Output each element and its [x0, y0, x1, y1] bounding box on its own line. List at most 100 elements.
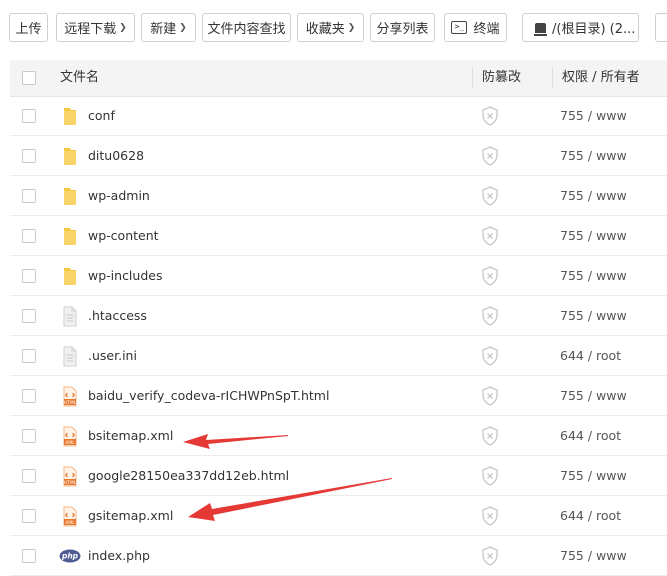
path-selector[interactable]: /(根目录) (2...: [522, 13, 639, 42]
file-icon: [62, 306, 78, 327]
file-name-link[interactable]: .user.ini: [88, 336, 137, 376]
svg-text:XML: XML: [65, 440, 75, 446]
tamper-protect-icon[interactable]: [481, 506, 499, 526]
perm-owner[interactable]: 755 / www: [560, 136, 627, 176]
tamper-protect-icon[interactable]: [481, 546, 499, 566]
file-name-link[interactable]: baidu_verify_codeva-rICHWPnSpT.html: [88, 376, 329, 416]
upload-label: 上传: [15, 22, 42, 37]
favorites-button[interactable]: 收藏夹 ❯: [297, 13, 364, 42]
file-name-link[interactable]: conf: [88, 96, 115, 136]
html-file-icon: HTML: [62, 466, 78, 487]
row-checkbox[interactable]: [22, 549, 36, 563]
perm-owner[interactable]: 755 / www: [560, 536, 627, 576]
row-checkbox[interactable]: [22, 189, 36, 203]
tamper-protect-icon[interactable]: [481, 306, 499, 326]
favorites-label: 收藏夹: [305, 22, 345, 37]
row-checkbox[interactable]: [22, 309, 36, 323]
folder-icon: [62, 266, 78, 287]
file-name-link[interactable]: wp-content: [88, 216, 159, 256]
row-checkbox[interactable]: [22, 349, 36, 363]
terminal-icon: >_: [451, 21, 468, 34]
file-name-link[interactable]: wp-includes: [88, 256, 162, 296]
chevron-down-icon: ❯: [119, 22, 127, 33]
header-tamper[interactable]: 防篡改: [482, 60, 521, 96]
row-checkbox[interactable]: [22, 389, 36, 403]
content-search-label: 文件内容查找: [207, 22, 286, 37]
tamper-protect-icon[interactable]: [481, 226, 499, 246]
table-row[interactable]: .htaccess 755 / www: [10, 296, 667, 336]
file-name-link[interactable]: wp-admin: [88, 176, 150, 216]
row-checkbox[interactable]: [22, 229, 36, 243]
row-checkbox[interactable]: [22, 509, 36, 523]
file-name-link[interactable]: gsitemap.xml: [88, 496, 173, 536]
tamper-protect-icon[interactable]: [481, 266, 499, 286]
table-row[interactable]: php index.php 755 / www: [10, 536, 667, 576]
perm-owner[interactable]: 755 / www: [560, 456, 627, 496]
column-divider: [472, 68, 473, 88]
file-icon: [62, 346, 78, 367]
file-name-link[interactable]: google28150ea337dd12eb.html: [88, 456, 289, 496]
file-name-link[interactable]: bsitemap.xml: [88, 416, 173, 456]
terminal-label: 终端: [473, 22, 500, 37]
svg-text:php: php: [61, 552, 79, 561]
file-name-link[interactable]: ditu0628: [88, 136, 144, 176]
select-all-checkbox[interactable]: [22, 71, 36, 85]
content-search-button[interactable]: 文件内容查找: [202, 13, 291, 42]
upload-button[interactable]: 上传: [9, 13, 48, 42]
table-header: 文件名 防篡改 权限 / 所有者: [10, 60, 667, 97]
folder-icon: [62, 226, 78, 247]
header-filename[interactable]: 文件名: [60, 60, 99, 96]
perm-owner[interactable]: 755 / www: [560, 96, 627, 136]
disk-icon: [534, 22, 547, 36]
file-name-link[interactable]: index.php: [88, 536, 150, 576]
xml-file-icon: XML: [62, 506, 78, 527]
tamper-protect-icon[interactable]: [481, 426, 499, 446]
perm-owner[interactable]: 644 / root: [560, 496, 621, 536]
share-list-label: 分享列表: [376, 22, 429, 37]
perm-owner[interactable]: 644 / root: [560, 416, 621, 456]
table-row[interactable]: wp-content 755 / www: [10, 216, 667, 256]
file-name-link[interactable]: .htaccess: [88, 296, 147, 336]
row-checkbox[interactable]: [22, 429, 36, 443]
share-list-button[interactable]: 分享列表: [370, 13, 435, 42]
table-row[interactable]: .user.ini 644 / root: [10, 336, 667, 376]
row-checkbox[interactable]: [22, 109, 36, 123]
header-perm-owner[interactable]: 权限 / 所有者: [562, 60, 640, 96]
table-row[interactable]: HTML google28150ea337dd12eb.html 755 / www: [10, 456, 667, 496]
tamper-protect-icon[interactable]: [481, 146, 499, 166]
chevron-down-icon: ❯: [179, 22, 187, 33]
remote-download-button[interactable]: 远程下载 ❯: [56, 13, 135, 42]
table-row[interactable]: XML gsitemap.xml 644 / root: [10, 496, 667, 536]
toolbar: 上传 远程下载 ❯ 新建 ❯ 文件内容查找 收藏夹 ❯ 分享列表 >_ 终端 /(根目录…: [0, 0, 667, 58]
perm-owner[interactable]: 755 / www: [560, 376, 627, 416]
chevron-down-icon: ❯: [347, 22, 356, 33]
overflow-button[interactable]: [655, 13, 667, 42]
table-row[interactable]: HTML baidu_verify_codeva-rICHWPnSpT.html 7…: [10, 376, 667, 416]
folder-icon: [62, 106, 78, 127]
row-checkbox[interactable]: [22, 149, 36, 163]
table-row[interactable]: ditu0628 755 / www: [10, 136, 667, 176]
perm-owner[interactable]: 755 / www: [560, 176, 627, 216]
table-row[interactable]: XML bsitemap.xml 644 / root: [10, 416, 667, 456]
new-button[interactable]: 新建 ❯: [141, 13, 196, 42]
tamper-protect-icon[interactable]: [481, 346, 499, 366]
svg-text:XML: XML: [65, 520, 75, 526]
row-checkbox[interactable]: [22, 269, 36, 283]
tamper-protect-icon[interactable]: [481, 386, 499, 406]
xml-file-icon: XML: [62, 426, 78, 447]
terminal-button[interactable]: >_ 终端: [444, 13, 507, 42]
new-label: 新建: [150, 22, 177, 37]
perm-owner[interactable]: 755 / www: [560, 296, 627, 336]
folder-icon: [62, 186, 78, 207]
table-row[interactable]: wp-includes 755 / www: [10, 256, 667, 296]
table-row[interactable]: conf 755 / www: [10, 96, 667, 136]
perm-owner[interactable]: 644 / root: [560, 336, 621, 376]
perm-owner[interactable]: 755 / www: [560, 216, 627, 256]
table-row[interactable]: wp-admin 755 / www: [10, 176, 667, 216]
tamper-protect-icon[interactable]: [481, 466, 499, 486]
row-checkbox[interactable]: [22, 469, 36, 483]
tamper-protect-icon[interactable]: [481, 186, 499, 206]
path-label: /(根目录) (2...: [552, 22, 636, 37]
perm-owner[interactable]: 755 / www: [560, 256, 627, 296]
tamper-protect-icon[interactable]: [481, 106, 499, 126]
